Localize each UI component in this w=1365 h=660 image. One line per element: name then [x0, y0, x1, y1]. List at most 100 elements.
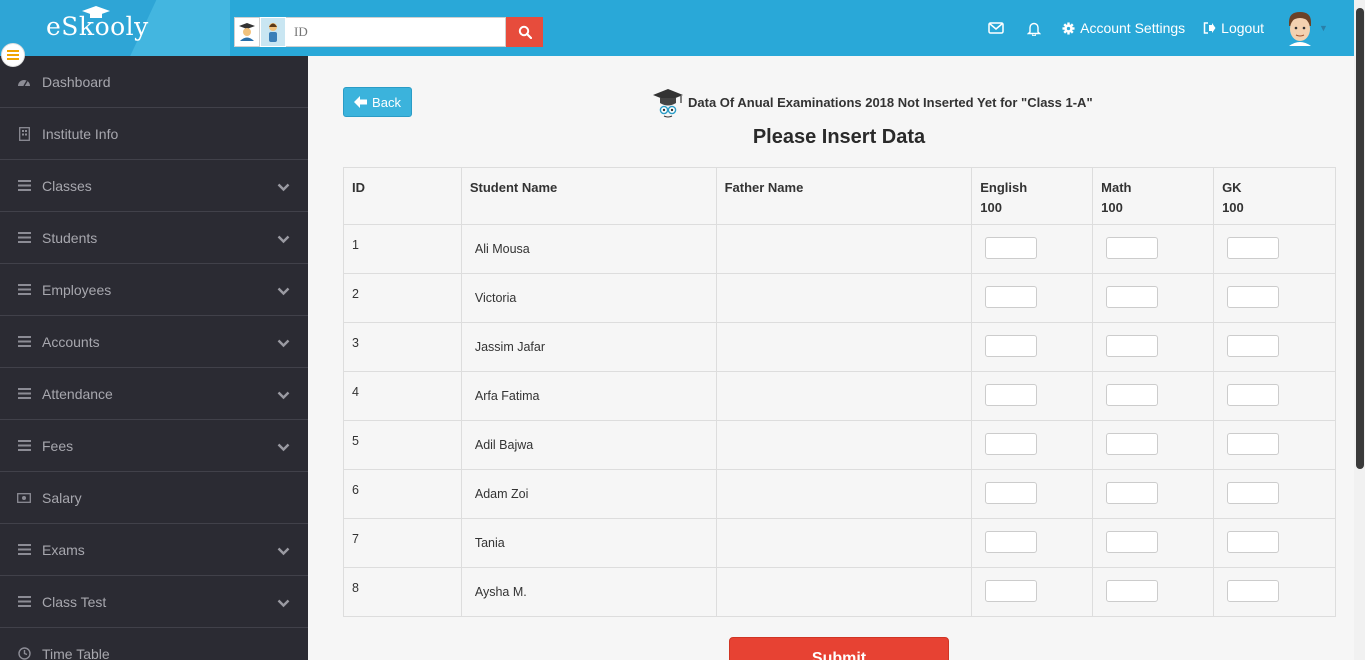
english-mark-input[interactable]	[985, 335, 1038, 357]
cell-id: 5	[343, 420, 462, 470]
sidebar-item-students[interactable]: Students	[0, 212, 308, 264]
sidebar-item-exams[interactable]: Exams	[0, 524, 308, 576]
gk-mark-input[interactable]	[1227, 482, 1280, 504]
math-mark-input[interactable]	[1106, 286, 1159, 308]
student-role-button[interactable]	[234, 17, 260, 47]
avatar[interactable]	[1285, 10, 1315, 46]
chevron-down-icon[interactable]	[277, 387, 290, 403]
sidebar-item-accounts[interactable]: Accounts	[0, 316, 308, 368]
column-header-english: English 100	[971, 167, 1094, 225]
teacher-icon	[269, 23, 277, 42]
search-input[interactable]	[286, 17, 506, 47]
sidebar: Dashboard Institute Info Classes Students Em…	[0, 56, 308, 660]
math-mark-input[interactable]	[1106, 482, 1159, 504]
gk-mark-input[interactable]	[1227, 531, 1280, 553]
gk-mark-input[interactable]	[1227, 237, 1280, 259]
english-mark-input[interactable]	[985, 433, 1038, 455]
math-mark-input[interactable]	[1106, 384, 1159, 406]
sidebar-item-label: Employees	[42, 281, 112, 298]
hamburger-icon	[7, 50, 19, 60]
sidebar-item-label: Classes	[42, 177, 92, 194]
graduate-cap-icon	[653, 89, 683, 118]
english-mark-input[interactable]	[985, 531, 1038, 553]
english-mark-input[interactable]	[985, 580, 1038, 602]
english-mark-input[interactable]	[985, 237, 1038, 259]
notifications-button[interactable]	[1015, 0, 1053, 56]
sidebar-item-time-table[interactable]: Time Table	[0, 628, 308, 660]
gk-mark-input[interactable]	[1227, 384, 1280, 406]
chevron-down-icon[interactable]: ▼	[1319, 23, 1329, 33]
scrollbar[interactable]	[1354, 0, 1365, 660]
cell-father-name	[715, 224, 973, 274]
cell-english	[971, 469, 1094, 519]
sidebar-item-class-test[interactable]: Class Test	[0, 576, 308, 628]
cell-student-name: Adam Zoi	[460, 469, 717, 519]
cell-gk	[1213, 224, 1336, 274]
logout-link[interactable]: Logout	[1194, 0, 1273, 56]
gk-mark-input[interactable]	[1227, 335, 1280, 357]
arrow-left-icon	[354, 96, 368, 108]
sidebar-toggle-button[interactable]	[1, 43, 25, 67]
gk-mark-input[interactable]	[1227, 433, 1280, 455]
menu-lines-icon	[17, 595, 31, 609]
chevron-down-icon[interactable]	[277, 283, 290, 299]
cell-id: 3	[343, 322, 462, 372]
column-header-math: Math 100	[1092, 167, 1215, 225]
english-mark-input[interactable]	[985, 384, 1038, 406]
cell-english	[971, 224, 1094, 274]
cell-father-name	[715, 518, 973, 568]
sidebar-item-institute-info[interactable]: Institute Info	[0, 108, 308, 160]
teacher-role-button[interactable]	[260, 17, 286, 47]
account-settings-link[interactable]: Account Settings	[1053, 0, 1194, 56]
sidebar-item-label: Fees	[42, 437, 74, 454]
gk-mark-input[interactable]	[1227, 580, 1280, 602]
back-label: Back	[372, 94, 401, 110]
top-bar: eSkooly ID Account Settings Logout ▼	[0, 0, 1365, 56]
cell-student-name: Tania	[460, 518, 717, 568]
math-mark-input[interactable]	[1106, 335, 1159, 357]
math-mark-input[interactable]	[1106, 531, 1159, 553]
sidebar-item-attendance[interactable]: Attendance	[0, 368, 308, 420]
gk-mark-input[interactable]	[1227, 286, 1280, 308]
submit-button[interactable]: Submit	[729, 637, 949, 660]
scrollbar-thumb[interactable]	[1356, 8, 1364, 469]
page-title: Please Insert Data	[752, 126, 926, 148]
english-mark-input[interactable]	[985, 482, 1038, 504]
sidebar-item-salary[interactable]: Salary	[0, 472, 308, 524]
table-row: 2 Victoria	[343, 273, 1336, 323]
chevron-down-icon[interactable]	[277, 335, 290, 351]
cell-father-name	[715, 420, 973, 470]
logo[interactable]: eSkooly	[0, 0, 230, 56]
sidebar-item-dashboard[interactable]: Dashboard	[0, 56, 308, 108]
messages-button[interactable]	[977, 0, 1015, 56]
column-id-label: ID	[352, 180, 365, 195]
chevron-down-icon[interactable]	[277, 595, 290, 611]
math-mark-input[interactable]	[1106, 237, 1159, 259]
back-button[interactable]: Back	[343, 87, 412, 117]
search-button[interactable]	[506, 17, 543, 47]
sidebar-item-employees[interactable]: Employees	[0, 264, 308, 316]
cell-gk	[1213, 567, 1336, 617]
menu-lines-icon	[17, 335, 31, 349]
sidebar-item-classes[interactable]: Classes	[0, 160, 308, 212]
menu-lines-icon	[17, 543, 31, 557]
math-mark-input[interactable]	[1106, 580, 1159, 602]
sidebar-item-label: Attendance	[42, 385, 113, 402]
column-header-gk: GK 100	[1213, 167, 1336, 225]
math-mark-input[interactable]	[1106, 433, 1159, 455]
sidebar-item-fees[interactable]: Fees	[0, 420, 308, 472]
cell-math	[1092, 224, 1215, 274]
money-icon	[17, 491, 31, 505]
column-header-id: ID	[343, 167, 462, 225]
chevron-down-icon[interactable]	[277, 231, 290, 247]
cell-english	[971, 567, 1094, 617]
notice-message: Data Of Anual Examinations 2018 Not Inse…	[652, 86, 1093, 118]
table-header-row: ID Student Name Father Name English 100 M…	[343, 167, 1336, 225]
chevron-down-icon[interactable]	[277, 439, 290, 455]
marks-table: ID Student Name Father Name English 100 M…	[343, 167, 1336, 617]
cell-father-name	[715, 469, 973, 519]
search-icon	[518, 25, 532, 39]
chevron-down-icon[interactable]	[277, 543, 290, 559]
chevron-down-icon[interactable]	[277, 179, 290, 195]
english-mark-input[interactable]	[985, 286, 1038, 308]
